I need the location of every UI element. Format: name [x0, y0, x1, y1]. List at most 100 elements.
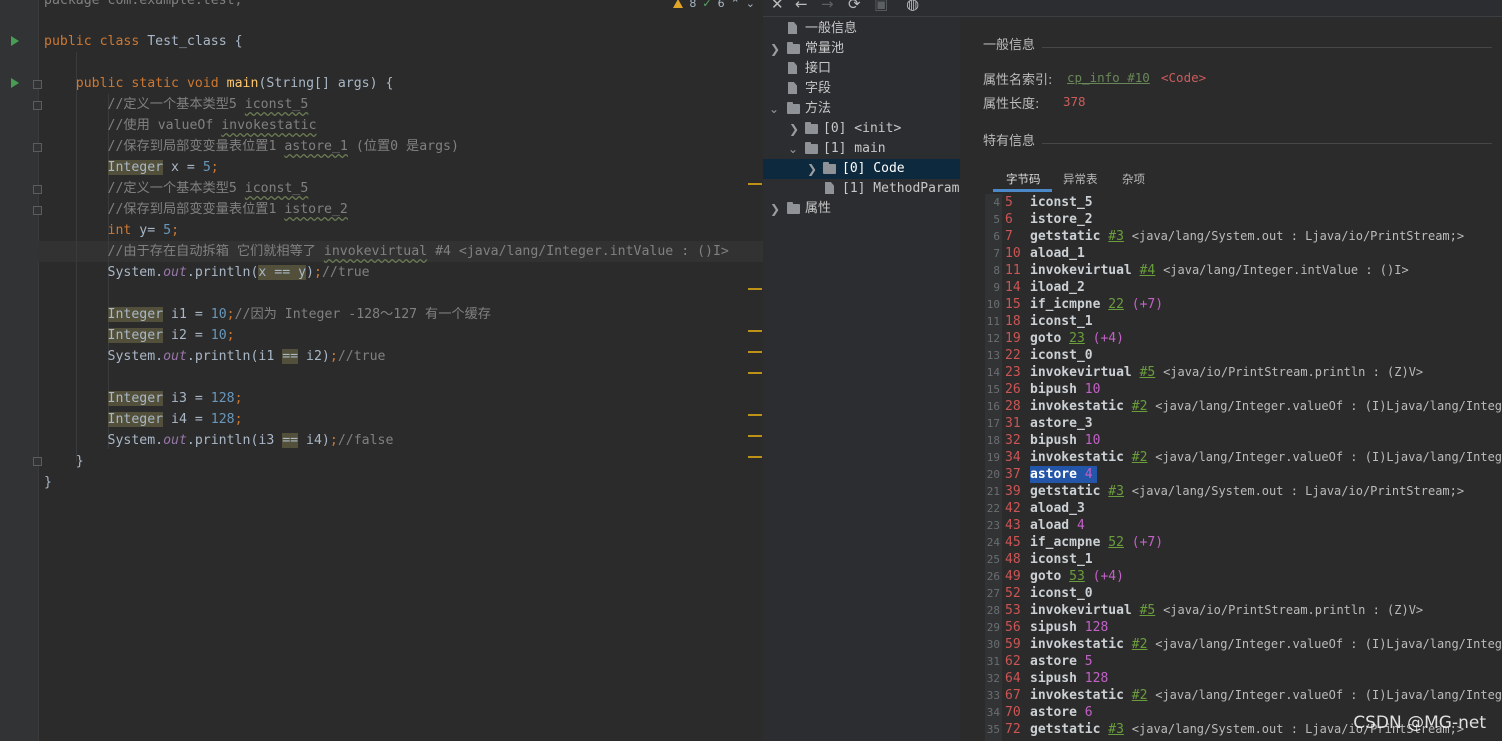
code-line[interactable]: Integer i4 = 128; [44, 409, 243, 430]
bytecode-listing[interactable]: 4 5 iconst_5 5 6 istore_2 6 7 getstatic #3 <java… [985, 194, 1502, 741]
bytecode-instruction[interactable]: invokestatic #2 <java/lang/Integer.value… [1030, 687, 1502, 704]
constant-ref-link[interactable]: #2 [1132, 637, 1148, 652]
forward-icon[interactable]: → [821, 0, 834, 13]
constant-ref-link[interactable]: #5 [1140, 365, 1156, 380]
bytecode-instruction[interactable]: iconst_0 [1030, 585, 1093, 602]
tree-item-method-parameters[interactable]: [1] MethodParame [763, 179, 960, 199]
chevron-right-icon[interactable]: ❯ [770, 39, 780, 59]
warning-stripe-marker[interactable] [748, 414, 762, 416]
fold-icon[interactable] [33, 143, 42, 152]
bytecode-instruction[interactable]: invokestatic #2 <java/lang/Integer.value… [1030, 449, 1502, 466]
chevron-right-icon[interactable]: ❯ [807, 159, 817, 179]
code-line[interactable]: System.out.println(i3 == i4);//false [44, 430, 393, 451]
constant-ref-link[interactable]: #2 [1132, 450, 1148, 465]
bytecode-instruction[interactable]: invokevirtual #5 <java/io/PrintStream.pr… [1030, 602, 1423, 619]
tab-misc[interactable]: 杂项 [1122, 171, 1145, 187]
constant-ref-link[interactable]: 53 [1069, 569, 1085, 584]
bytecode-instruction[interactable]: sipush 128 [1030, 670, 1108, 687]
bytecode-instruction[interactable]: astore 5 [1030, 653, 1093, 670]
tab-bytecode[interactable]: 字节码 [1006, 171, 1041, 187]
bytecode-instruction[interactable]: iconst_5 [1030, 194, 1093, 211]
bytecode-instruction[interactable]: invokestatic #2 <java/lang/Integer.value… [1030, 398, 1502, 415]
bytecode-instruction[interactable]: goto 23 (+4) [1030, 330, 1124, 347]
constant-ref-link[interactable]: 22 [1108, 297, 1124, 312]
tree-item-fields[interactable]: 字段 [763, 79, 960, 99]
constant-ref-link[interactable]: #4 [1140, 263, 1156, 278]
prev-highlight-icon[interactable]: ⌃ [731, 0, 740, 10]
bytecode-instruction[interactable]: if_icmpne 22 (+7) [1030, 296, 1163, 313]
tree-item-general[interactable]: 一般信息 [763, 19, 960, 39]
code-line[interactable]: //使用 valueOf invokestatic [44, 115, 317, 136]
save-icon[interactable]: ▣ [874, 0, 888, 13]
cp-info-link[interactable]: cp_info #10 [1067, 70, 1150, 85]
tree-item-interfaces[interactable]: 接口 [763, 59, 960, 79]
chevron-right-icon[interactable]: ❯ [770, 199, 780, 219]
fold-icon[interactable] [33, 206, 42, 215]
constant-ref-link[interactable]: #2 [1132, 688, 1148, 703]
bytecode-instruction[interactable]: sipush 128 [1030, 619, 1108, 636]
back-icon[interactable]: ← [795, 0, 808, 13]
code-line[interactable]: Integer i1 = 10;//因为 Integer -128～127 有一… [44, 304, 491, 325]
fold-icon[interactable] [33, 185, 42, 194]
bytecode-instruction[interactable]: astore_3 [1030, 415, 1093, 432]
bytecode-instruction[interactable]: iconst_1 [1030, 313, 1093, 330]
warning-stripe-marker[interactable] [748, 372, 762, 374]
fold-icon[interactable] [33, 457, 42, 466]
code-line[interactable]: public class Test_class { [44, 31, 243, 52]
code-line[interactable]: //定义一个基本类型5 iconst_5 [44, 178, 309, 199]
bytecode-instruction[interactable]: bipush 10 [1030, 381, 1100, 398]
tree-item-code[interactable]: ❯ [0] Code [763, 159, 960, 179]
bytecode-instruction[interactable]: istore_2 [1030, 211, 1093, 228]
bytecode-instruction[interactable]: if_acmpne 52 (+7) [1030, 534, 1163, 551]
fold-icon[interactable] [33, 80, 42, 89]
chevron-down-icon[interactable]: ⌄ [788, 139, 798, 159]
warning-stripe-marker[interactable] [748, 435, 762, 437]
tree-item-method-main[interactable]: ⌄ [1] main [763, 139, 960, 159]
constant-ref-link[interactable]: 23 [1069, 331, 1085, 346]
run-main-icon[interactable] [11, 78, 19, 88]
code-line[interactable]: //保存到局部变变量表位置1 astore_1 (位置0 是args) [44, 136, 459, 157]
code-line[interactable]: int y= 5; [44, 220, 180, 241]
tree-item-attributes[interactable]: ❯ 属性 [763, 199, 960, 219]
code-line[interactable]: Integer i2 = 10; [44, 325, 235, 346]
close-icon[interactable]: ✕ [771, 0, 784, 13]
warning-stripe-marker[interactable] [748, 183, 762, 185]
bytecode-instruction[interactable]: invokevirtual #5 <java/io/PrintStream.pr… [1030, 364, 1423, 381]
code-line[interactable]: //定义一个基本类型5 iconst_5 [44, 94, 309, 115]
bytecode-instruction[interactable]: goto 53 (+4) [1030, 568, 1124, 585]
bytecode-instruction[interactable]: astore 4 [1030, 466, 1097, 483]
code-line[interactable]: //保存到局部变变量表位置1 istore_2 [44, 199, 348, 220]
run-class-icon[interactable] [11, 36, 19, 46]
code-editor[interactable]: package com.example.test; 8 ✓ 6 ⌃ ⌄ publi… [0, 0, 763, 741]
code-line[interactable]: } [44, 472, 52, 493]
bytecode-instruction[interactable]: getstatic #3 <java/lang/System.out : Lja… [1030, 483, 1464, 500]
inspection-widget[interactable]: 8 ✓ 6 ⌃ ⌄ [673, 0, 755, 11]
web-icon[interactable]: ◍ [906, 0, 919, 13]
code-line[interactable]: System.out.println(x == y);//true [44, 262, 370, 283]
bytecode-instruction[interactable]: iload_2 [1030, 279, 1085, 296]
constant-ref-link[interactable]: 52 [1108, 535, 1124, 550]
code-line[interactable]: Integer x = 5; [44, 157, 219, 178]
bytecode-instruction[interactable]: astore 6 [1030, 704, 1093, 721]
constant-ref-link[interactable]: #3 [1108, 484, 1124, 499]
next-highlight-icon[interactable]: ⌄ [746, 0, 755, 10]
warning-stripe-marker[interactable] [748, 456, 762, 458]
tree-item-constant-pool[interactable]: ❯ 常量池 [763, 39, 960, 59]
bytecode-instruction[interactable]: aload 4 [1030, 517, 1085, 534]
bytecode-instruction[interactable]: invokevirtual #4 <java/lang/Integer.intV… [1030, 262, 1409, 279]
constant-ref-link[interactable]: #3 [1108, 722, 1124, 737]
refresh-icon[interactable]: ⟳ [848, 0, 861, 13]
warning-stripe-marker[interactable] [748, 288, 762, 290]
warning-stripe-marker[interactable] [748, 351, 762, 353]
tab-exception-table[interactable]: 异常表 [1063, 171, 1098, 187]
code-line[interactable]: Integer i3 = 128; [44, 388, 243, 409]
code-line[interactable]: } [44, 451, 84, 472]
bytecode-instruction[interactable]: iconst_1 [1030, 551, 1093, 568]
bytecode-instruction[interactable]: aload_1 [1030, 245, 1085, 262]
constant-ref-link[interactable]: #3 [1108, 229, 1124, 244]
bytecode-instruction[interactable]: iconst_0 [1030, 347, 1093, 364]
tree-item-method-init[interactable]: ❯ [0] <init> [763, 119, 960, 139]
tree-item-methods[interactable]: ⌄ 方法 [763, 99, 960, 119]
chevron-down-icon[interactable]: ⌄ [769, 99, 779, 119]
code-line[interactable]: public static void main(String[] args) { [44, 73, 394, 94]
